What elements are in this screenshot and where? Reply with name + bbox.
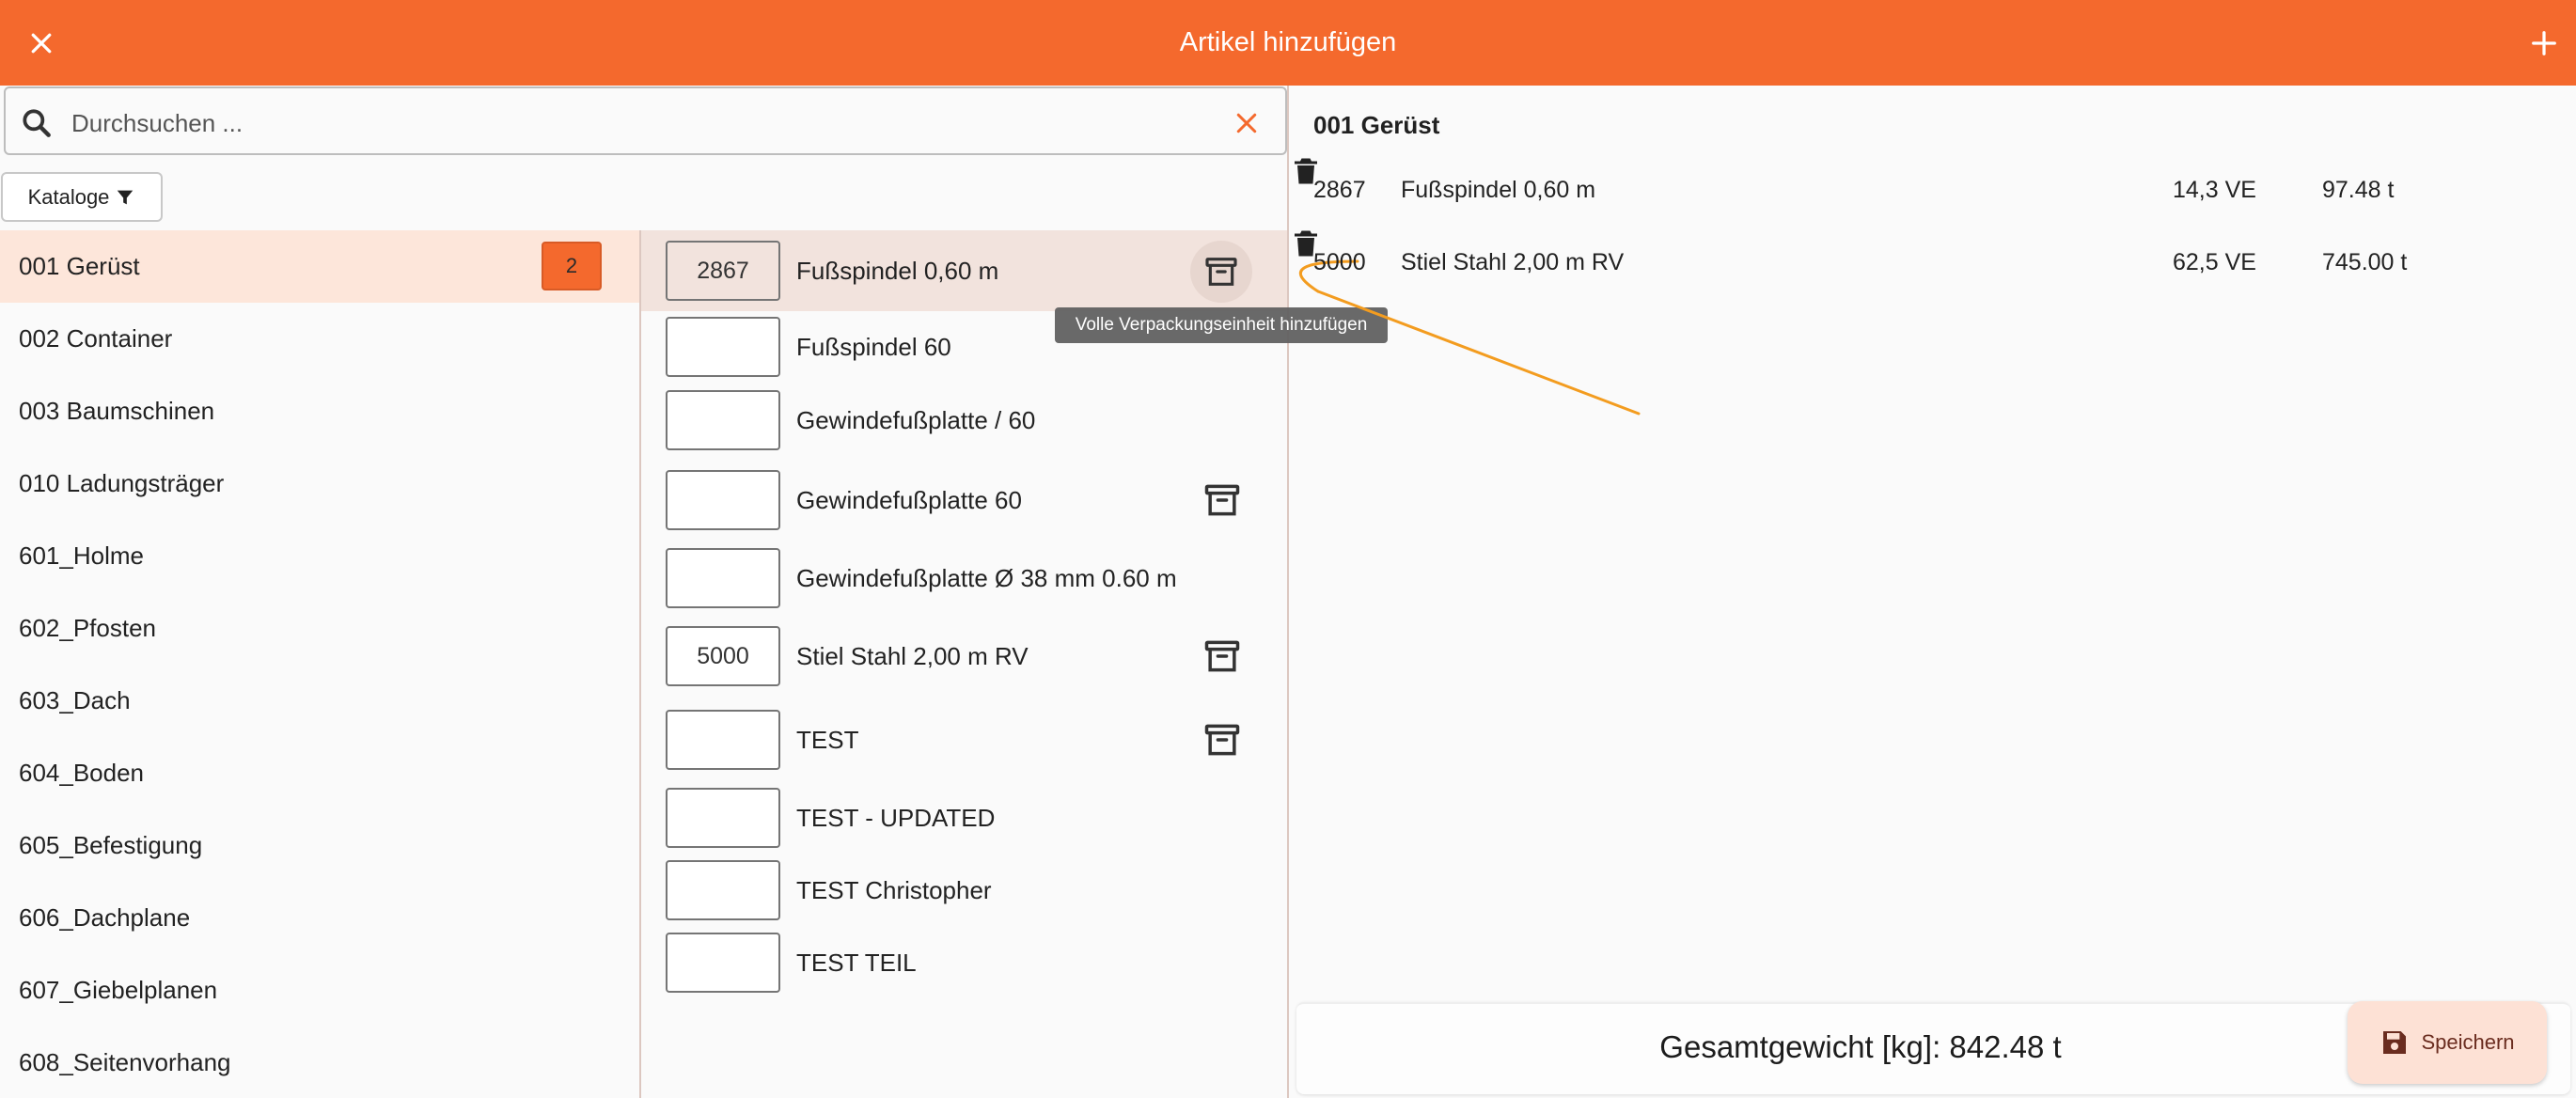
cart-line-name: Fußspindel 0,60 m bbox=[1401, 177, 1596, 203]
save-button[interactable]: Speichern bbox=[2348, 1001, 2547, 1084]
category-item[interactable]: 010 Ladungsträger bbox=[0, 447, 639, 520]
article-name: Gewindefußplatte Ø 38 mm 0.60 m bbox=[796, 564, 1177, 592]
category-item[interactable]: 603_Dach bbox=[0, 665, 639, 737]
article-name: TEST Christopher bbox=[796, 876, 992, 904]
article-name: TEST - UPDATED bbox=[796, 804, 996, 832]
category-item[interactable]: 604_Boden bbox=[0, 737, 639, 809]
cart-line-number: 5000 bbox=[1313, 249, 1366, 275]
article-name: TEST TEIL bbox=[796, 949, 917, 977]
quantity-input[interactable] bbox=[666, 788, 780, 848]
archive-box-icon[interactable] bbox=[1202, 479, 1243, 521]
category-item[interactable]: 001 Gerüst 2 bbox=[0, 230, 639, 303]
quantity-input[interactable]: 2867 bbox=[666, 241, 780, 301]
category-label: 010 Ladungsträger bbox=[19, 469, 225, 497]
article-row[interactable]: TEST TEIL bbox=[641, 933, 1287, 1008]
archive-box-icon[interactable] bbox=[1202, 635, 1243, 677]
category-item[interactable]: 002 Container bbox=[0, 303, 639, 375]
page-title: Artikel hinzufügen bbox=[1179, 27, 1397, 57]
article-row[interactable]: 5000 Stiel Stahl 2,00 m RV bbox=[641, 626, 1287, 701]
category-label: 604_Boden bbox=[19, 759, 145, 787]
catalog-filter-button[interactable]: Kataloge bbox=[1, 172, 163, 222]
quantity-input[interactable] bbox=[666, 548, 780, 608]
floppy-disk-icon bbox=[2383, 1031, 2407, 1054]
category-label: 605_Befestigung bbox=[19, 831, 203, 859]
category-item[interactable]: 607_Giebelplanen bbox=[0, 954, 639, 1027]
cart-line-weight: 745.00 t bbox=[2322, 249, 2408, 275]
quantity-input[interactable] bbox=[666, 470, 780, 530]
save-label: Speichern bbox=[2421, 1030, 2515, 1054]
search-field[interactable]: Durchsuchen ... bbox=[4, 86, 1287, 155]
category-label: 602_Pfosten bbox=[19, 614, 157, 642]
article-row[interactable]: Gewindefußplatte / 60 bbox=[641, 390, 1287, 465]
article-name: Gewindefußplatte / 60 bbox=[796, 406, 1036, 434]
search-icon bbox=[23, 109, 51, 137]
catalog-filter-label: Kataloge bbox=[27, 184, 110, 209]
cart-line-name: Stiel Stahl 2,00 m RV bbox=[1401, 249, 1625, 275]
article-row[interactable]: TEST Christopher bbox=[641, 860, 1287, 935]
archive-box-icon[interactable] bbox=[1202, 719, 1243, 761]
category-label: 607_Giebelplanen bbox=[19, 976, 218, 1004]
add-button[interactable] bbox=[2516, 15, 2572, 71]
article-name: TEST bbox=[796, 726, 859, 754]
cart-line-ve: 62,5 VE bbox=[2173, 249, 2256, 275]
clear-icon[interactable] bbox=[1233, 109, 1261, 137]
category-list: 001 Gerüst 2 002 Container 003 Baumschin… bbox=[0, 230, 639, 1098]
category-item[interactable]: 606_Dachplane bbox=[0, 882, 639, 954]
category-item[interactable]: 602_Pfosten bbox=[0, 592, 639, 665]
cart-panel: 001 Gerüst 2867 Fußspindel 0,60 m 14,3 V… bbox=[1289, 86, 2576, 1098]
category-label: 002 Container bbox=[19, 324, 173, 353]
category-label: 601_Holme bbox=[19, 541, 144, 570]
archive-box-icon bbox=[1205, 258, 1237, 286]
article-name: Fußspindel 60 bbox=[796, 333, 951, 361]
article-row[interactable]: Gewindefußplatte 60 bbox=[641, 470, 1287, 545]
add-full-package-button[interactable] bbox=[1190, 241, 1252, 303]
category-label: 001 Gerüst bbox=[19, 252, 140, 280]
category-label: 608_Seitenvorhang bbox=[19, 1048, 231, 1076]
article-name: Stiel Stahl 2,00 m RV bbox=[796, 642, 1029, 670]
cart-line: 5000 Stiel Stahl 2,00 m RV 62,5 VE 745.0… bbox=[1289, 227, 2576, 299]
quantity-input[interactable] bbox=[666, 860, 780, 920]
cart-line: 2867 Fußspindel 0,60 m 14,3 VE 97.48 t bbox=[1289, 154, 2576, 227]
plus-icon bbox=[2532, 31, 2556, 55]
quantity-input[interactable]: 5000 bbox=[666, 626, 780, 686]
total-weight: Gesamtgewicht [kg]: 842.48 t bbox=[1659, 1029, 2062, 1064]
category-item[interactable]: 601_Holme bbox=[0, 520, 639, 592]
article-row[interactable]: Gewindefußplatte Ø 38 mm 0.60 m bbox=[641, 548, 1287, 623]
category-label: 003 Baumschinen bbox=[19, 397, 215, 425]
cart-line-number: 2867 bbox=[1313, 177, 1366, 203]
quantity-input[interactable] bbox=[666, 390, 780, 450]
cart-line-weight: 97.48 t bbox=[2322, 177, 2395, 203]
cart-line-ve: 14,3 VE bbox=[2173, 177, 2256, 203]
article-name: Gewindefußplatte 60 bbox=[796, 486, 1022, 514]
search-placeholder: Durchsuchen ... bbox=[71, 109, 243, 137]
article-row[interactable]: TEST bbox=[641, 710, 1287, 785]
article-name: Fußspindel 0,60 m bbox=[796, 257, 999, 285]
quantity-input[interactable] bbox=[666, 933, 780, 993]
category-item[interactable]: 003 Baumschinen bbox=[0, 375, 639, 447]
filter-icon bbox=[118, 190, 134, 204]
quantity-input[interactable] bbox=[666, 710, 780, 770]
category-label: 606_Dachplane bbox=[19, 903, 191, 932]
article-row[interactable]: TEST - UPDATED bbox=[641, 788, 1287, 863]
category-count-badge: 2 bbox=[542, 242, 602, 290]
cart-group-title: 001 Gerüst bbox=[1313, 111, 1440, 139]
article-list: 2867 Fußspindel 0,60 m Fußspindel 60 Gew… bbox=[641, 230, 1287, 1098]
category-item[interactable]: 605_Befestigung bbox=[0, 809, 639, 882]
category-item[interactable]: 608_Seitenvorhang bbox=[0, 1027, 639, 1098]
category-label: 603_Dach bbox=[19, 686, 131, 714]
app-bar: Artikel hinzufügen bbox=[0, 0, 2576, 86]
quantity-input[interactable] bbox=[666, 317, 780, 377]
article-row[interactable]: 2867 Fußspindel 0,60 m bbox=[641, 230, 1287, 311]
